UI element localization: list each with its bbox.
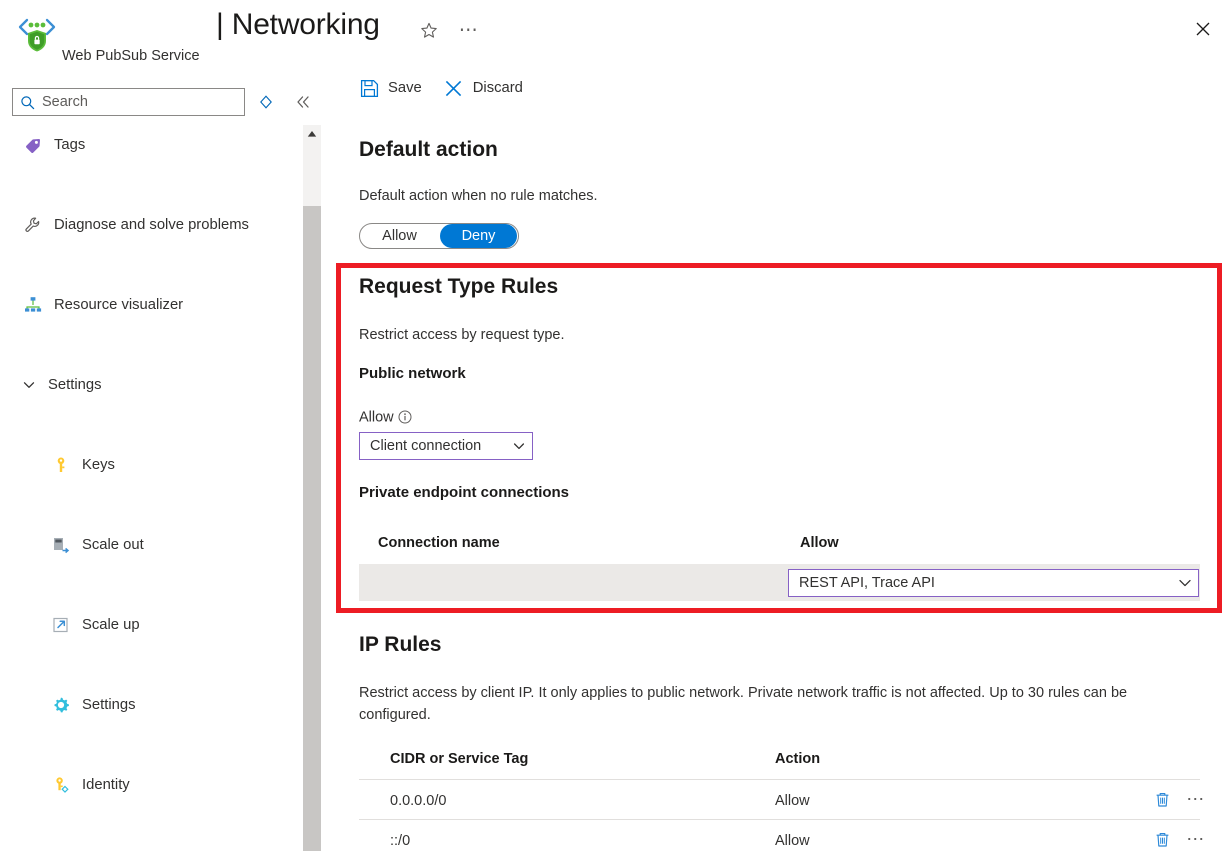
sidebar-item-label: Scale up [82,617,140,634]
delete-ip-rule-button[interactable] [1151,828,1173,850]
sidebar-item-label: Identity [82,777,130,794]
close-blade-button[interactable] [1185,12,1221,46]
networking-content: Save Discard Default action Default acti… [322,66,1227,851]
sidebar-item-label: Tags [54,137,85,154]
ip-rules-column-action: Action [775,751,820,767]
ip-rule-cidr-cell: ::/0 [390,833,410,849]
request-type-rules-description: Restrict access by request type. [359,324,565,346]
sidebar-item-identity[interactable]: Identity [0,765,302,805]
gear-icon [50,694,72,716]
sidebar-item-resource-visualizer[interactable]: Resource visualizer [0,285,302,325]
page-more-button[interactable]: ⋯ [455,18,483,44]
public-network-heading: Public network [359,365,466,382]
ip-rule-cidr-cell: 0.0.0.0/0 [390,793,446,809]
sidebar-item-scale-out[interactable]: Scale out [0,525,302,565]
page-title-text: Networking [232,8,380,41]
double-chevron-left-icon [295,94,311,110]
sidebar-item-label: Scale out [82,537,144,554]
public-network-allow-value: Client connection [360,438,506,454]
private-endpoint-column-allow: Allow [800,535,839,551]
trash-icon [1154,831,1171,848]
page-title: | Networking [216,8,380,42]
favorite-button[interactable] [415,18,443,44]
sidebar-item-replicas[interactable]: Replicas [0,845,302,851]
sidebar-item-tags[interactable]: Tags [0,125,302,165]
scale-out-icon [50,534,72,556]
azure-portal-blade: Web PubSub Service | Networking ⋯ [0,0,1227,851]
sidebar-pin-button[interactable] [254,90,278,114]
search-icon [20,95,35,110]
chevron-down-icon [22,378,36,392]
default-action-option-deny[interactable]: Deny [440,224,517,248]
discard-label: Discard [473,80,523,96]
public-network-allow-dropdown[interactable]: Client connection [359,432,533,460]
table-divider [359,779,1200,780]
ip-rule-more-button[interactable]: ⋯ [1184,789,1208,809]
chevron-down-icon [1172,575,1198,591]
default-action-description: Default action when no rule matches. [359,185,598,207]
private-endpoint-column-connection-name: Connection name [378,535,500,551]
sidebar-nav: Tags Diagnose and solve problems Res [0,125,302,851]
resource-visualizer-icon [22,294,44,316]
default-action-heading: Default action [359,138,498,162]
private-endpoint-allow-value: REST API, Trace API [789,575,1172,591]
pin-filter-icon [259,95,273,109]
key-icon [50,454,72,476]
scroll-up-arrow-icon[interactable] [303,125,321,142]
wrench-icon [22,214,44,236]
close-icon [1195,21,1211,37]
title-separator: | [216,8,224,41]
sidebar-item-label: Resource visualizer [54,297,183,314]
sidebar-item-keys[interactable]: Keys [0,445,302,485]
ip-rules-column-cidr: CIDR or Service Tag [390,751,528,767]
private-endpoint-allow-dropdown[interactable]: REST API, Trace API [788,569,1199,597]
web-pubsub-service-logo [14,12,60,58]
save-button[interactable]: Save [359,78,422,98]
ip-rule-more-button[interactable]: ⋯ [1184,829,1208,849]
table-divider [359,819,1200,820]
ip-rules-description: Restrict access by client IP. It only ap… [359,682,1202,726]
sidebar-item-diagnose-and-solve-problems[interactable]: Diagnose and solve problems [0,205,302,245]
scale-up-icon [50,614,72,636]
ip-rule-action-cell: Allow [775,793,810,809]
save-disk-icon [359,78,379,98]
star-icon [419,21,439,41]
sidebar-item-scale-up[interactable]: Scale up [0,605,302,645]
sidebar-collapse-button[interactable] [291,90,315,114]
ip-rules-heading: IP Rules [359,633,441,657]
save-label: Save [388,80,422,96]
discard-x-icon [444,78,464,98]
search-input[interactable] [42,90,227,114]
ip-rule-action-cell: Allow [775,833,810,849]
trash-icon [1154,791,1171,808]
identity-key-icon [50,774,72,796]
allow-text: Allow [359,410,394,426]
chevron-down-icon [506,439,532,453]
request-type-rules-heading: Request Type Rules [359,275,558,299]
sidebar-item-label: Diagnose and solve problems [54,217,249,234]
sidebar-item-label: Keys [82,457,115,474]
sidebar-scrollbar-thumb[interactable] [303,206,321,851]
info-icon[interactable] [398,409,413,424]
public-network-allow-label: Allow [359,409,413,426]
command-bar: Save Discard [359,78,523,98]
default-action-toggle[interactable]: Allow Deny [359,223,519,249]
default-action-option-allow[interactable]: Allow [361,224,438,248]
sidebar-item-label: Settings [82,697,135,714]
sidebar-item-settings[interactable]: Settings [0,685,302,725]
resource-type-subtitle: Web PubSub Service [62,48,200,64]
delete-ip-rule-button[interactable] [1151,788,1173,810]
sidebar-group-settings[interactable]: Settings [0,365,302,405]
tag-icon [22,134,44,156]
private-endpoint-connections-heading: Private endpoint connections [359,484,569,501]
sidebar-search[interactable] [12,88,245,116]
discard-button[interactable]: Discard [444,78,523,98]
sidebar-group-label: Settings [48,377,101,394]
